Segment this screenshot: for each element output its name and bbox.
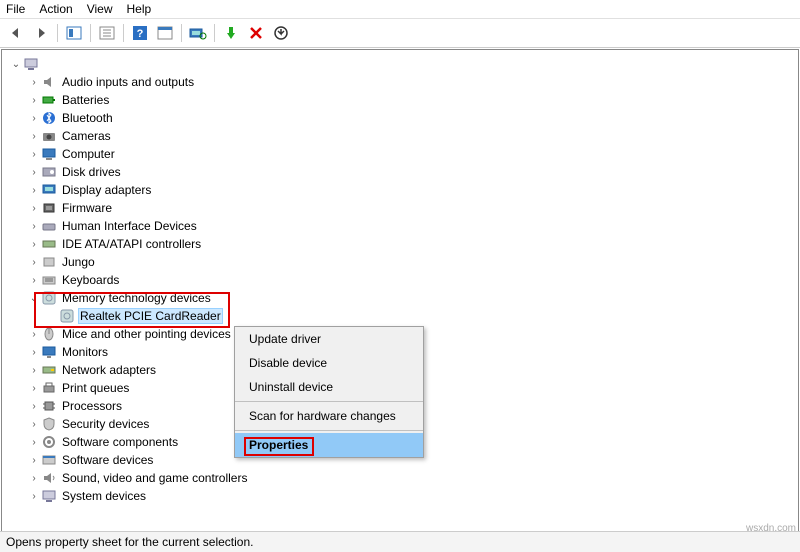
show-hide-tree-button[interactable]: [63, 22, 85, 44]
expand-icon[interactable]: ›: [28, 239, 40, 250]
separator: [214, 24, 215, 42]
component-icon: [41, 434, 57, 450]
expand-icon[interactable]: ›: [28, 185, 40, 196]
tree-item-firmware[interactable]: ›Firmware: [10, 199, 798, 217]
expand-icon[interactable]: ›: [28, 491, 40, 502]
action-button[interactable]: [154, 22, 176, 44]
computer-icon: [23, 56, 39, 72]
expand-icon[interactable]: ›: [28, 77, 40, 88]
separator: [235, 401, 423, 402]
collapse-icon[interactable]: ⌄: [10, 59, 22, 70]
ctx-scan-hardware[interactable]: Scan for hardware changes: [235, 404, 423, 428]
expand-icon[interactable]: ›: [28, 131, 40, 142]
device-icon: [41, 254, 57, 270]
expand-icon[interactable]: ›: [28, 437, 40, 448]
properties-button[interactable]: [96, 22, 118, 44]
battery-icon: [41, 92, 57, 108]
monitor-icon: [41, 344, 57, 360]
tree-item-bluetooth[interactable]: ›Bluetooth: [10, 109, 798, 127]
scan-hardware-button[interactable]: [187, 22, 209, 44]
expand-icon[interactable]: ›: [28, 401, 40, 412]
expand-icon[interactable]: ›: [28, 257, 40, 268]
monitor-icon: [41, 146, 57, 162]
disk-icon: [41, 164, 57, 180]
menu-file[interactable]: File: [6, 2, 25, 16]
memory-device-icon: [59, 308, 75, 324]
tree-root[interactable]: ⌄: [10, 55, 798, 73]
expand-icon[interactable]: ›: [28, 473, 40, 484]
network-icon: [41, 362, 57, 378]
ctx-update-driver[interactable]: Update driver: [235, 327, 423, 351]
tree-item-memory-tech[interactable]: ⌄Memory technology devices: [10, 289, 798, 307]
expand-icon[interactable]: ›: [28, 167, 40, 178]
firmware-icon: [41, 200, 57, 216]
separator: [235, 430, 423, 431]
expand-icon[interactable]: ›: [28, 365, 40, 376]
expand-icon[interactable]: ›: [28, 419, 40, 430]
mouse-icon: [41, 326, 57, 342]
security-icon: [41, 416, 57, 432]
tree-item-keyboards[interactable]: ›Keyboards: [10, 271, 798, 289]
expand-icon[interactable]: ›: [28, 347, 40, 358]
status-bar: Opens property sheet for the current sel…: [0, 531, 800, 552]
memory-device-icon: [41, 290, 57, 306]
tree-item-system-devices[interactable]: ›System devices: [10, 487, 798, 505]
sound-icon: [41, 470, 57, 486]
tree-item-display-adapters[interactable]: ›Display adapters: [10, 181, 798, 199]
separator: [90, 24, 91, 42]
speaker-icon: [41, 74, 57, 90]
bluetooth-icon: [41, 110, 57, 126]
svg-text:?: ?: [137, 28, 144, 40]
tree-item-batteries[interactable]: ›Batteries: [10, 91, 798, 109]
tree-item-sound[interactable]: ›Sound, video and game controllers: [10, 469, 798, 487]
expand-icon[interactable]: ›: [28, 329, 40, 340]
tree-item-jungo[interactable]: ›Jungo: [10, 253, 798, 271]
tree-pane[interactable]: ⌄ ›Audio inputs and outputs ›Batteries ›…: [1, 49, 799, 539]
hid-icon: [41, 218, 57, 234]
toolbar: ?: [0, 19, 800, 48]
tree-item-realtek-cardreader[interactable]: Realtek PCIE CardReader: [10, 307, 798, 325]
separator: [123, 24, 124, 42]
expand-icon[interactable]: ›: [28, 455, 40, 466]
forward-button[interactable]: [30, 22, 52, 44]
software-device-icon: [41, 452, 57, 468]
expand-icon[interactable]: ›: [28, 203, 40, 214]
tree-item-hid[interactable]: ›Human Interface Devices: [10, 217, 798, 235]
expand-icon[interactable]: ›: [28, 113, 40, 124]
cpu-icon: [41, 398, 57, 414]
expand-icon[interactable]: ›: [28, 275, 40, 286]
ctx-disable-device[interactable]: Disable device: [235, 351, 423, 375]
ctx-uninstall-device[interactable]: Uninstall device: [235, 375, 423, 399]
menu-help[interactable]: Help: [127, 2, 152, 16]
keyboard-icon: [41, 272, 57, 288]
tree-item-cameras[interactable]: ›Cameras: [10, 127, 798, 145]
display-adapter-icon: [41, 182, 57, 198]
context-menu: Update driver Disable device Uninstall d…: [234, 326, 424, 458]
expand-icon[interactable]: ›: [28, 149, 40, 160]
watermark: wsxdn.com: [746, 523, 796, 534]
menu-action[interactable]: Action: [39, 2, 72, 16]
expand-icon[interactable]: ›: [28, 221, 40, 232]
ctx-properties[interactable]: Properties: [235, 433, 423, 457]
printer-icon: [41, 380, 57, 396]
menu-view[interactable]: View: [87, 2, 113, 16]
back-button[interactable]: [5, 22, 27, 44]
uninstall-button[interactable]: [245, 22, 267, 44]
help-button[interactable]: ?: [129, 22, 151, 44]
expand-icon[interactable]: ›: [28, 95, 40, 106]
tree-item-disk-drives[interactable]: ›Disk drives: [10, 163, 798, 181]
collapse-icon[interactable]: ⌄: [28, 293, 40, 304]
update-driver-button[interactable]: [270, 22, 292, 44]
menubar: File Action View Help: [0, 0, 800, 19]
expand-icon[interactable]: ›: [28, 383, 40, 394]
system-icon: [41, 488, 57, 504]
camera-icon: [41, 128, 57, 144]
separator: [57, 24, 58, 42]
tree-item-ide[interactable]: ›IDE ATA/ATAPI controllers: [10, 235, 798, 253]
tree-item-computer[interactable]: ›Computer: [10, 145, 798, 163]
tree-item-audio[interactable]: ›Audio inputs and outputs: [10, 73, 798, 91]
separator: [181, 24, 182, 42]
ide-icon: [41, 236, 57, 252]
enable-button[interactable]: [220, 22, 242, 44]
